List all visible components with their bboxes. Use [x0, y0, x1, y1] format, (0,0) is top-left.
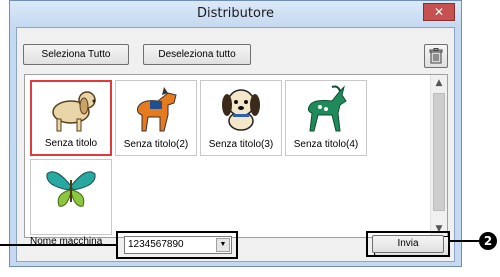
design-tile[interactable]	[30, 159, 112, 235]
callout-number-badge: 2	[479, 232, 497, 250]
horse-icon	[137, 87, 177, 132]
scroll-up-arrow-icon[interactable]: ▲	[431, 75, 447, 91]
send-button[interactable]: Invia	[372, 235, 444, 253]
close-button[interactable]: ✕	[423, 3, 455, 21]
title-bar: Distributore ✕	[10, 1, 461, 27]
chevron-down-icon[interactable]: ▼	[216, 238, 230, 252]
design-tile[interactable]: Senza titolo(2)	[115, 80, 197, 156]
design-label: Senza titolo(4)	[293, 139, 359, 150]
design-tile[interactable]: Senza titolo	[30, 80, 112, 156]
deselect-all-button[interactable]: Deseleziona tutto	[143, 44, 251, 65]
callout-line-left	[0, 244, 118, 246]
scroll-thumb[interactable]	[433, 93, 445, 211]
butterfly-icon	[46, 171, 96, 207]
machine-select[interactable]: 1234567890 ▼	[124, 236, 232, 254]
design-tile[interactable]: Senza titolo(4)	[285, 80, 367, 156]
distributor-window: Distributore ✕ Seleziona Tutto Deselezio…	[9, 0, 462, 267]
goat-icon	[307, 85, 347, 132]
close-icon: ✕	[433, 5, 445, 19]
select-all-button[interactable]: Seleziona Tutto	[23, 44, 129, 65]
vertical-scrollbar[interactable]: ▲ ▼	[430, 75, 447, 237]
design-label: Senza titolo(3)	[208, 139, 274, 150]
window-title: Distributore	[196, 6, 275, 21]
spaniel-dog-icon	[52, 91, 96, 132]
callout-line-right	[450, 240, 480, 242]
design-label: Senza titolo(2)	[123, 139, 189, 150]
design-tile[interactable]: Senza titolo(3)	[200, 80, 282, 156]
trash-icon	[429, 48, 443, 64]
puppy-icon	[222, 89, 260, 131]
design-label: Senza titolo	[44, 138, 98, 149]
machine-select-value: 1234567890	[128, 239, 184, 250]
design-list: Senza titolo Senza titolo(2) Senza titol…	[24, 74, 448, 238]
delete-button[interactable]	[424, 44, 448, 68]
dialog-body: Seleziona Tutto Deseleziona tutto Senza …	[16, 27, 455, 262]
